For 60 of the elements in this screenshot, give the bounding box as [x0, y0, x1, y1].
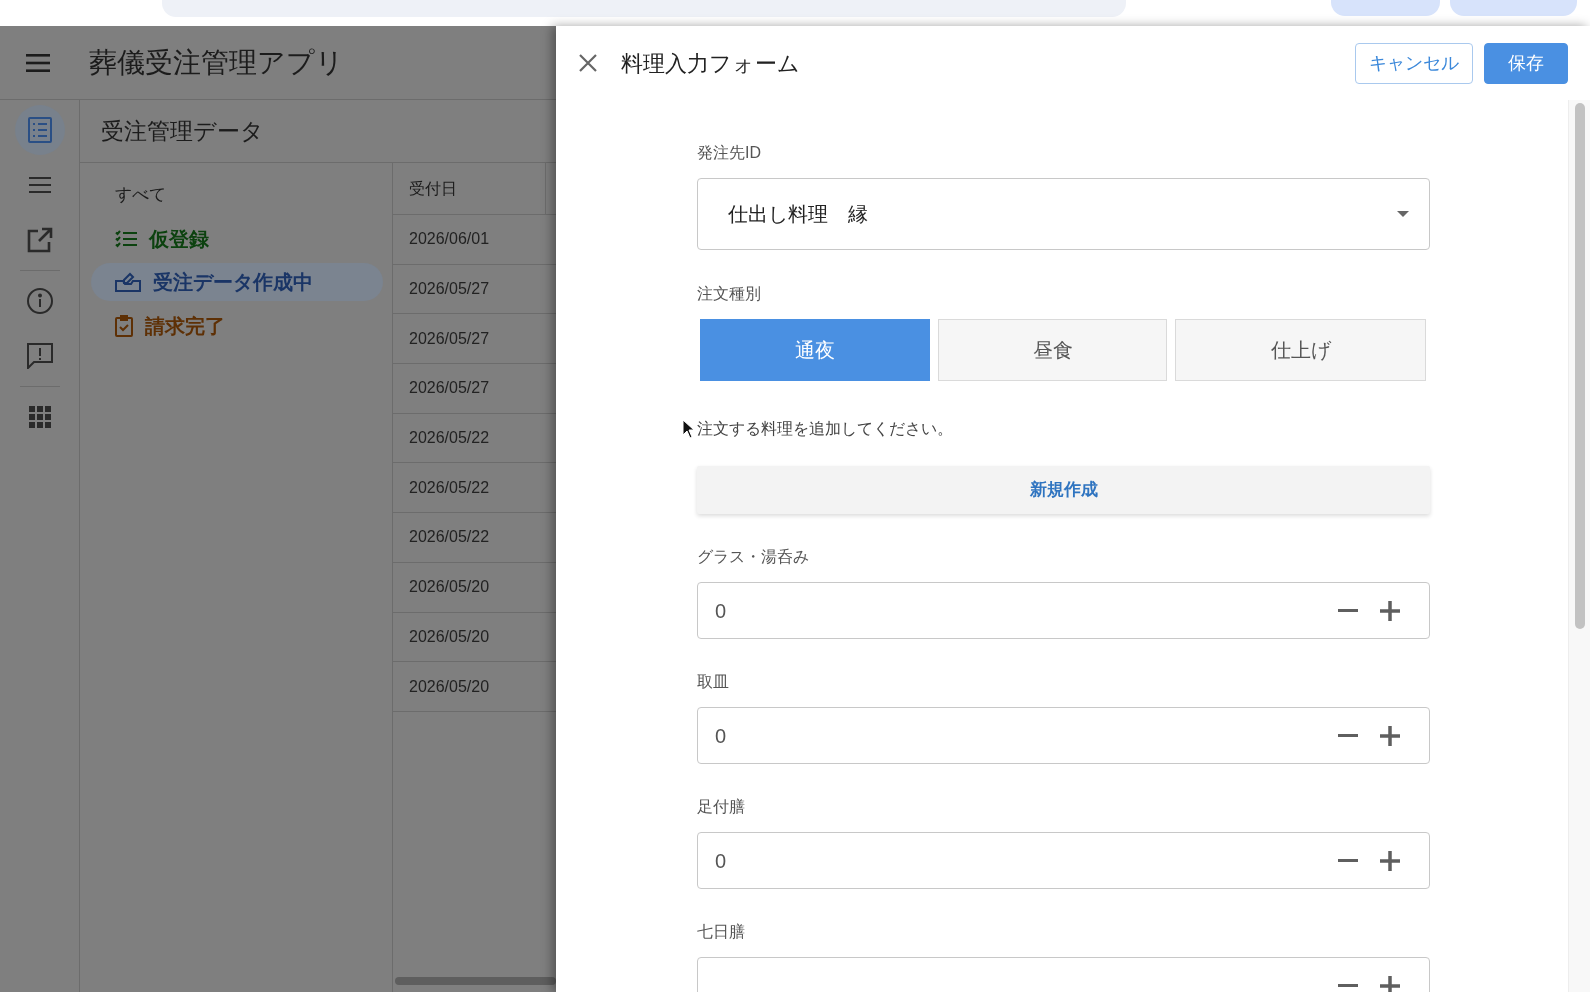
- new-item-button[interactable]: 新規作成: [697, 466, 1430, 514]
- filter-item[interactable]: 請求完了: [91, 306, 383, 345]
- increase-button[interactable]: [1380, 975, 1400, 992]
- table-cell-text: 2026/05/27: [408, 328, 491, 349]
- select-field[interactable]: 仕出し料理 縁: [697, 178, 1430, 250]
- field-label: 取皿: [697, 672, 730, 692]
- list-icon: [27, 117, 52, 143]
- plus-icon: [1380, 725, 1400, 746]
- scrollbar-thumb[interactable]: [395, 977, 556, 985]
- external-link-icon: [26, 227, 53, 253]
- view-title: 受注管理データ: [101, 116, 264, 146]
- table-cell-text: 2026/05/27: [408, 279, 491, 300]
- table-cell-text: 2026/05/22: [408, 428, 491, 449]
- field-label: グラス・湯呑み: [697, 547, 810, 567]
- plus-icon: [1380, 975, 1400, 992]
- info-icon: [26, 288, 53, 314]
- cancel-button[interactable]: キャンセル: [1355, 42, 1473, 84]
- table-cell-text: 2026/05/20: [408, 577, 491, 598]
- filter-item[interactable]: 受注データ作成中: [91, 263, 383, 301]
- table-cell-text: 2026/05/22: [408, 527, 491, 548]
- mouse-pointer-icon: [682, 419, 694, 439]
- menu-icon[interactable]: [26, 53, 50, 72]
- quantity-field[interactable]: 0: [697, 582, 1430, 639]
- instruction-text: 注文する料理を追加してください。: [697, 419, 954, 439]
- quantity-field[interactable]: 0: [697, 832, 1430, 889]
- increase-button[interactable]: [1380, 725, 1400, 746]
- table-cell-text: 2026/05/20: [408, 676, 491, 697]
- increase-button[interactable]: [1380, 850, 1400, 871]
- save-button[interactable]: 保存: [1484, 42, 1568, 84]
- increase-button[interactable]: [1380, 600, 1400, 621]
- table-cell-text: 2026/05/27: [408, 378, 491, 399]
- minus-icon: [1338, 983, 1358, 988]
- table-header-cell: 受付日: [393, 163, 546, 214]
- field-label: 足付膳: [697, 797, 746, 817]
- field-label: 注文種別: [697, 284, 762, 304]
- nav-rail-button[interactable]: [14, 105, 65, 155]
- lines-icon: [28, 176, 51, 194]
- grid-icon: [28, 406, 51, 428]
- filter-item[interactable]: 仮登録: [91, 219, 383, 258]
- form-title: 料理入力フォーム: [621, 49, 800, 78]
- segment-button[interactable]: 通夜: [700, 319, 930, 381]
- field-label: 発注先ID: [697, 143, 762, 163]
- minus-icon: [1338, 608, 1358, 613]
- field-label: 七日膳: [697, 922, 746, 942]
- table-cell-text: 2026/05/22: [408, 477, 491, 498]
- close-icon[interactable]: [579, 54, 597, 72]
- table-cell-text: 2026/06/01: [408, 229, 491, 250]
- segment-button[interactable]: 仕上げ: [1175, 319, 1426, 381]
- app-title: 葬儀受注管理アプリ: [89, 45, 344, 80]
- dropdown-caret-icon: [1397, 211, 1409, 217]
- table-cell-text: 2026/05/20: [408, 626, 491, 647]
- feedback-icon: [26, 343, 53, 369]
- plus-icon: [1380, 600, 1400, 621]
- plus-icon: [1380, 850, 1400, 871]
- quantity-field[interactable]: 0: [697, 707, 1430, 764]
- filter-item[interactable]: すべて: [91, 176, 383, 214]
- scrollbar-thumb[interactable]: [1575, 103, 1585, 629]
- segment-button[interactable]: 昼食: [938, 319, 1167, 381]
- minus-icon: [1338, 733, 1358, 738]
- minus-icon: [1338, 858, 1358, 863]
